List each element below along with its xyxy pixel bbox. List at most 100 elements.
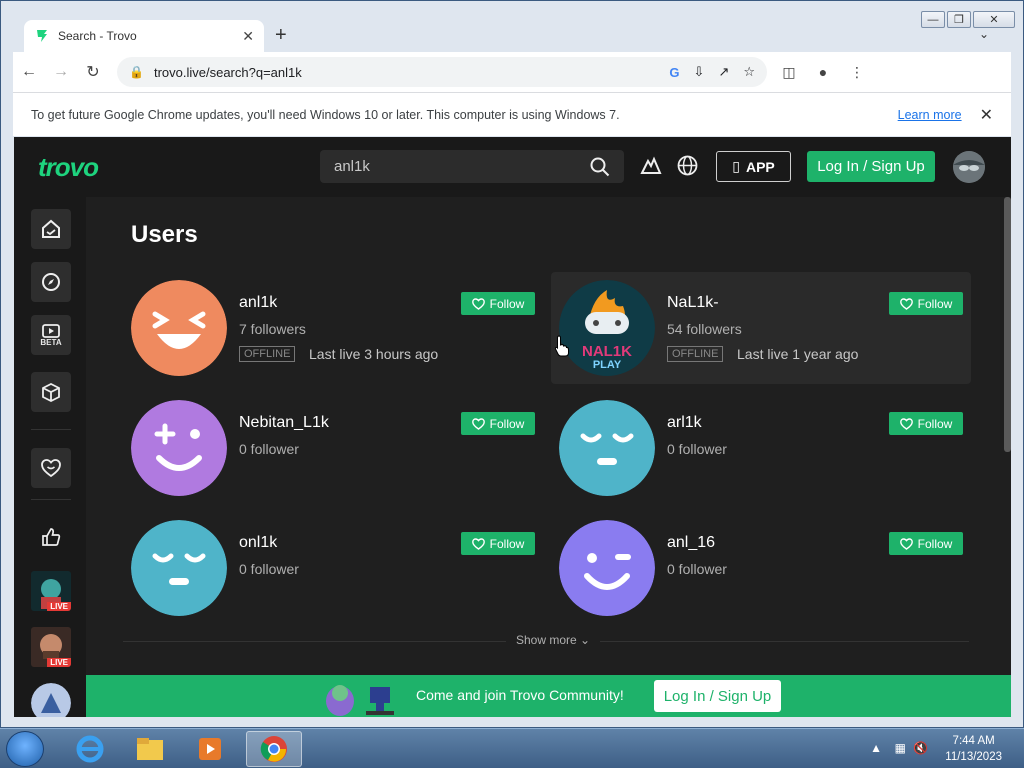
- side-panel-icon[interactable]: ◫: [777, 60, 801, 84]
- chrome-taskbar-icon[interactable]: [246, 731, 302, 767]
- username[interactable]: anl1k: [239, 294, 277, 312]
- bookmark-star-icon[interactable]: ☆: [743, 64, 755, 80]
- share-icon[interactable]: ↗: [718, 64, 729, 80]
- left-sidebar: BETA LIVE LIVE: [14, 197, 86, 717]
- follow-button[interactable]: Follow: [461, 412, 535, 435]
- recommended-thumbs-up-icon[interactable]: [31, 517, 71, 557]
- avatar: [131, 520, 227, 616]
- login-signup-button[interactable]: Log In / Sign Up: [807, 151, 935, 182]
- page-scrollbar[interactable]: [1004, 197, 1011, 452]
- follow-label: Follow: [917, 296, 953, 311]
- heart-icon: [471, 297, 485, 310]
- new-tab-icon[interactable]: +: [275, 25, 287, 45]
- chevron-down-icon: ⌄: [580, 633, 591, 647]
- heart-icon: [899, 297, 913, 310]
- follow-button[interactable]: Follow: [889, 532, 963, 555]
- tab-title: Search - Trovo: [58, 29, 137, 43]
- start-button[interactable]: [6, 731, 44, 767]
- user-card[interactable]: onl1k 0 follower Follow: [123, 512, 543, 624]
- user-avatar-icon[interactable]: [953, 151, 985, 183]
- avatar: [131, 400, 227, 496]
- heart-icon: [471, 537, 485, 550]
- box-icon[interactable]: [31, 372, 71, 412]
- home-icon[interactable]: [31, 209, 71, 249]
- app-button[interactable]: ▯ APP: [716, 151, 791, 182]
- search-input[interactable]: anl1k: [320, 150, 624, 183]
- top-nav: trovo anl1k ▯ APP Log In / Sign Up: [14, 137, 1011, 197]
- globe-icon[interactable]: [677, 155, 698, 176]
- back-icon[interactable]: ←: [13, 56, 45, 88]
- follower-count: 0 follower: [239, 441, 299, 457]
- follow-button[interactable]: Follow: [889, 292, 963, 315]
- last-live: Last live 1 year ago: [737, 346, 859, 362]
- mountain-icon[interactable]: [640, 154, 662, 176]
- profile-icon[interactable]: ●: [811, 60, 835, 84]
- username[interactable]: Nebitan_L1k: [239, 414, 329, 432]
- follow-label: Follow: [489, 416, 525, 431]
- system-clock[interactable]: 7:44 AM 11/13/2023: [945, 733, 1002, 765]
- avatar-text-play: PLAY: [593, 359, 622, 371]
- follow-button[interactable]: Follow: [461, 292, 535, 315]
- follower-count: 7 followers: [239, 321, 306, 337]
- google-icon[interactable]: G: [669, 65, 679, 80]
- username[interactable]: arl1k: [667, 414, 702, 432]
- search-query: anl1k: [334, 158, 370, 175]
- tab-search-icon[interactable]: ⌄: [979, 27, 989, 41]
- tab-close-icon[interactable]: ✕: [242, 28, 254, 45]
- network-icon[interactable]: ▦: [895, 741, 906, 755]
- last-live: Last live 3 hours ago: [309, 346, 439, 362]
- avatar-text-nal1k: NAL1K: [582, 343, 632, 360]
- trovo-favicon-icon: [37, 30, 47, 42]
- show-more-label: Show more: [516, 633, 577, 647]
- user-card[interactable]: Nebitan_L1k 0 follower Follow: [123, 392, 543, 504]
- show-hidden-icons[interactable]: ▲: [870, 741, 882, 755]
- live-badge: LIVE: [47, 602, 71, 611]
- user-card[interactable]: NAL1K PLAY NaL1k- 54 followers OFFLINE L…: [551, 272, 971, 384]
- forward-icon[interactable]: →: [45, 56, 77, 88]
- username[interactable]: NaL1k-: [667, 294, 719, 312]
- clock-date: 11/13/2023: [945, 751, 1002, 763]
- section-title: Users: [131, 221, 198, 248]
- file-explorer-icon[interactable]: [122, 731, 178, 767]
- follow-label: Follow: [917, 536, 953, 551]
- channel-avatar[interactable]: [31, 683, 71, 717]
- beta-label: BETA: [40, 337, 62, 347]
- reload-icon[interactable]: ↻: [77, 56, 109, 88]
- explore-icon[interactable]: [31, 262, 71, 302]
- avatar: [559, 520, 655, 616]
- clock-time: 7:44 AM: [952, 735, 995, 747]
- beta-icon[interactable]: BETA: [31, 315, 71, 355]
- user-card[interactable]: anl_16 0 follower Follow: [551, 512, 971, 624]
- infobar-close-icon[interactable]: ✕: [980, 105, 993, 125]
- username[interactable]: anl_16: [667, 534, 715, 552]
- sidebar-divider: [31, 499, 71, 500]
- follower-count: 0 follower: [667, 441, 727, 457]
- banner-login-button[interactable]: Log In / Sign Up: [654, 680, 781, 712]
- status-badge: OFFLINE: [239, 346, 296, 362]
- internet-explorer-icon[interactable]: [62, 731, 118, 767]
- live-channel-avatar[interactable]: LIVE: [31, 627, 71, 667]
- browser-tab[interactable]: Search - Trovo ✕: [24, 20, 264, 52]
- username[interactable]: onl1k: [239, 534, 277, 552]
- learn-more-link[interactable]: Learn more: [898, 108, 962, 122]
- avatar: [559, 400, 655, 496]
- show-more-button[interactable]: Show more ⌄: [506, 633, 601, 647]
- live-channel-avatar[interactable]: LIVE: [31, 571, 71, 611]
- search-icon[interactable]: [590, 157, 610, 177]
- follow-button[interactable]: Follow: [889, 412, 963, 435]
- avatar: [131, 280, 227, 376]
- trovo-logo[interactable]: trovo: [38, 152, 99, 183]
- volume-muted-icon[interactable]: 🔇: [913, 741, 928, 755]
- address-bar[interactable]: 🔒 trovo.live/search?q=anl1k G ⇩ ↗ ☆: [117, 57, 767, 87]
- user-card[interactable]: arl1k 0 follower Follow: [551, 392, 971, 504]
- tab-strip: Search - Trovo ✕ + ⌄: [13, 9, 1003, 52]
- user-card[interactable]: anl1k 7 followers OFFLINE Last live 3 ho…: [123, 272, 543, 384]
- follow-button[interactable]: Follow: [461, 532, 535, 555]
- media-player-icon[interactable]: [182, 731, 238, 767]
- install-icon[interactable]: ⇩: [694, 64, 705, 80]
- follower-count: 0 follower: [239, 561, 299, 577]
- menu-icon[interactable]: ⋮: [845, 60, 869, 84]
- following-heart-icon[interactable]: [31, 448, 71, 488]
- site-info-icon[interactable]: 🔒: [129, 65, 144, 79]
- heart-icon: [471, 417, 485, 430]
